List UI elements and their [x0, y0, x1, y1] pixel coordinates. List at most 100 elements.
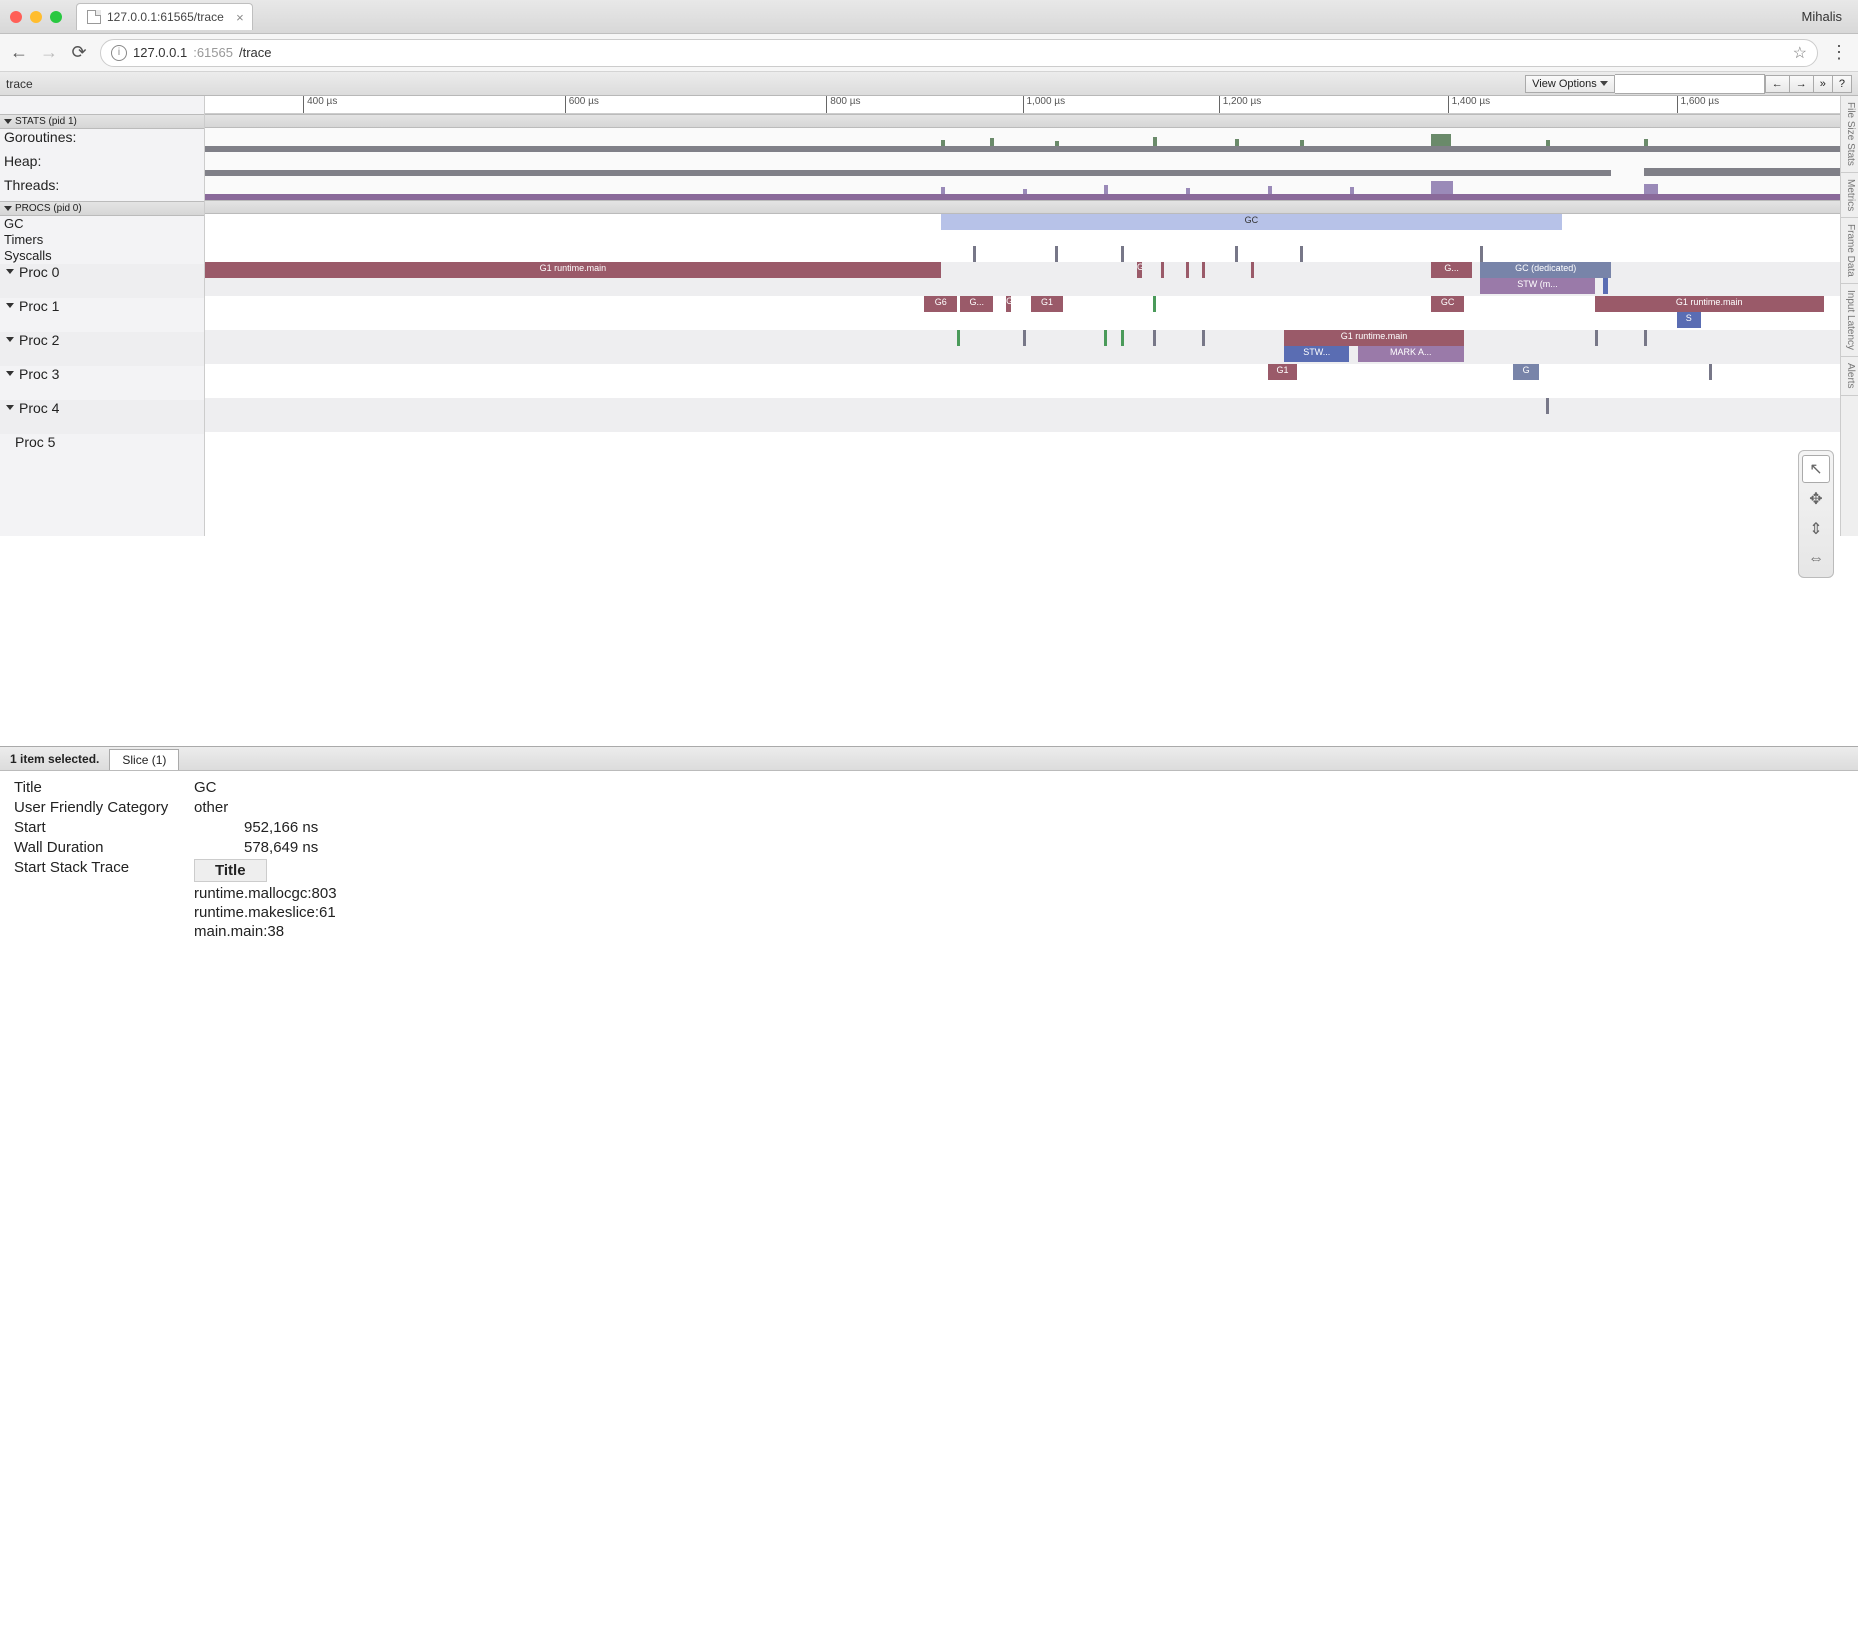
- slice[interactable]: G6: [924, 296, 957, 312]
- zoom-tool-icon[interactable]: ⇕: [1802, 515, 1830, 543]
- chevron-down-icon: [6, 269, 14, 274]
- timing-tool-icon[interactable]: ⇔: [1802, 545, 1830, 573]
- slice[interactable]: G...: [1431, 262, 1472, 278]
- timers-label: Timers: [0, 232, 204, 248]
- reload-button[interactable]: ⟳: [70, 42, 88, 63]
- heap-label: Heap:: [0, 153, 204, 177]
- slice[interactable]: G1: [1137, 262, 1142, 278]
- vtab-frame-data[interactable]: Frame Data: [1841, 218, 1858, 284]
- timeline[interactable]: 400 µs 600 µs 800 µs 1,000 µs 1,200 µs 1…: [205, 96, 1840, 536]
- app-name: trace: [6, 77, 33, 91]
- tab-title: 127.0.0.1:61565/trace: [107, 10, 224, 24]
- syscalls-label: Syscalls: [0, 248, 204, 264]
- section-procs[interactable]: PROCS (pid 0): [0, 201, 204, 216]
- file-icon: [87, 10, 101, 24]
- slice[interactable]: GC: [1431, 296, 1464, 312]
- overflow-menu-icon[interactable]: ⋮: [1830, 42, 1848, 63]
- maximize-window-icon[interactable]: [50, 11, 62, 23]
- back-button[interactable]: ←: [10, 42, 28, 63]
- search-input[interactable]: [1615, 74, 1765, 94]
- slice[interactable]: G: [1006, 296, 1011, 312]
- proc1-track: G6 G... G G1 GC G1 runtime.main S: [205, 296, 1840, 330]
- more-button[interactable]: »: [1814, 75, 1833, 93]
- slice[interactable]: G1 runtime.main: [1284, 330, 1464, 346]
- detail-stack-label: Start Stack Trace: [14, 859, 194, 941]
- row-labels: STATS (pid 1) Goroutines: Heap: Threads:…: [0, 96, 205, 536]
- slice[interactable]: G1 runtime.main: [205, 262, 941, 278]
- time-axis: 400 µs 600 µs 800 µs 1,000 µs 1,200 µs 1…: [205, 96, 1840, 114]
- section-stats[interactable]: STATS (pid 1): [0, 114, 204, 129]
- prev-match-button[interactable]: ←: [1765, 75, 1790, 93]
- chevron-down-icon: [4, 206, 12, 211]
- detail-duration-value: 578,649 ns: [194, 839, 1844, 856]
- gc-label: GC: [0, 216, 204, 232]
- proc2-label[interactable]: Proc 2: [0, 332, 204, 366]
- view-options-button[interactable]: View Options: [1525, 75, 1615, 93]
- bookmark-icon[interactable]: ☆: [1793, 43, 1807, 63]
- close-window-icon[interactable]: [10, 11, 22, 23]
- timers-track: [205, 230, 1840, 246]
- trace-viewer: STATS (pid 1) Goroutines: Heap: Threads:…: [0, 96, 1858, 536]
- close-tab-icon[interactable]: ×: [236, 10, 244, 25]
- addr-path: /trace: [239, 45, 272, 60]
- traffic-lights: [10, 11, 62, 23]
- proc5-track: [205, 432, 1840, 466]
- chevron-down-icon: [6, 303, 14, 308]
- proc4-label[interactable]: Proc 4: [0, 400, 204, 434]
- slice[interactable]: G1: [1268, 364, 1297, 380]
- vtab-alerts[interactable]: Alerts: [1841, 357, 1858, 396]
- minimize-window-icon[interactable]: [30, 11, 42, 23]
- vtab-file-size[interactable]: File Size Stats: [1841, 96, 1858, 173]
- detail-start-label: Start: [14, 819, 194, 836]
- proc3-label[interactable]: Proc 3: [0, 366, 204, 400]
- heap-track: [205, 152, 1840, 176]
- threads-label: Threads:: [0, 177, 204, 201]
- browser-tab[interactable]: 127.0.0.1:61565/trace ×: [76, 3, 253, 30]
- proc5-label: Proc 5: [0, 434, 204, 468]
- vtab-input-latency[interactable]: Input Latency: [1841, 284, 1858, 357]
- addr-host: 127.0.0.1: [133, 45, 187, 60]
- proc0-track: G1 runtime.main G1 G... GC (dedicated) S…: [205, 262, 1840, 296]
- next-match-button[interactable]: →: [1790, 75, 1814, 93]
- trace-toolbar: trace View Options ← → » ?: [0, 72, 1858, 96]
- details-panel: 1 item selected. Slice (1) Title GC User…: [0, 746, 1858, 955]
- vtab-metrics[interactable]: Metrics: [1841, 173, 1858, 218]
- forward-button: →: [40, 42, 58, 63]
- address-bar[interactable]: i 127.0.0.1:61565/trace ☆: [100, 39, 1818, 67]
- slice[interactable]: S: [1677, 312, 1702, 328]
- tab-slice[interactable]: Slice (1): [109, 749, 179, 770]
- proc0-label[interactable]: Proc 0: [0, 264, 204, 298]
- gc-track: GC: [205, 214, 1840, 230]
- profile-name[interactable]: Mihalis: [1802, 9, 1848, 24]
- detail-duration-label: Wall Duration: [14, 839, 194, 856]
- chevron-down-icon: [6, 405, 14, 410]
- detail-category-label: User Friendly Category: [14, 799, 194, 816]
- slice[interactable]: G: [1513, 364, 1539, 380]
- slice[interactable]: STW...: [1284, 346, 1349, 362]
- detail-start-value: 952,166 ns: [194, 819, 1844, 836]
- side-tabs: File Size Stats Metrics Frame Data Input…: [1840, 96, 1858, 536]
- pointer-tool-icon[interactable]: ↖: [1802, 455, 1830, 483]
- stack-header: Title: [194, 859, 267, 882]
- window-titlebar: 127.0.0.1:61565/trace × Mihalis: [0, 0, 1858, 34]
- pan-tool-icon[interactable]: ✥: [1802, 485, 1830, 513]
- stack-frame: main.main:38: [194, 922, 1844, 941]
- slice[interactable]: G...: [960, 296, 993, 312]
- threads-track: [205, 176, 1840, 200]
- slice[interactable]: G1: [1031, 296, 1064, 312]
- info-icon[interactable]: i: [111, 45, 127, 61]
- goroutines-track: [205, 128, 1840, 152]
- slice[interactable]: MARK A...: [1358, 346, 1464, 362]
- proc4-track: [205, 398, 1840, 432]
- slice[interactable]: G1 runtime.main: [1595, 296, 1824, 312]
- selection-status: 1 item selected.: [0, 752, 109, 766]
- slice[interactable]: STW (m...: [1480, 278, 1594, 294]
- proc1-label[interactable]: Proc 1: [0, 298, 204, 332]
- chevron-down-icon: [6, 337, 14, 342]
- detail-category-value: other: [194, 799, 1844, 816]
- syscalls-track: [205, 246, 1840, 262]
- slice[interactable]: GC (dedicated): [1480, 262, 1611, 278]
- chevron-down-icon: [1600, 81, 1608, 86]
- help-button[interactable]: ?: [1833, 75, 1852, 93]
- gc-slice[interactable]: GC: [941, 214, 1562, 230]
